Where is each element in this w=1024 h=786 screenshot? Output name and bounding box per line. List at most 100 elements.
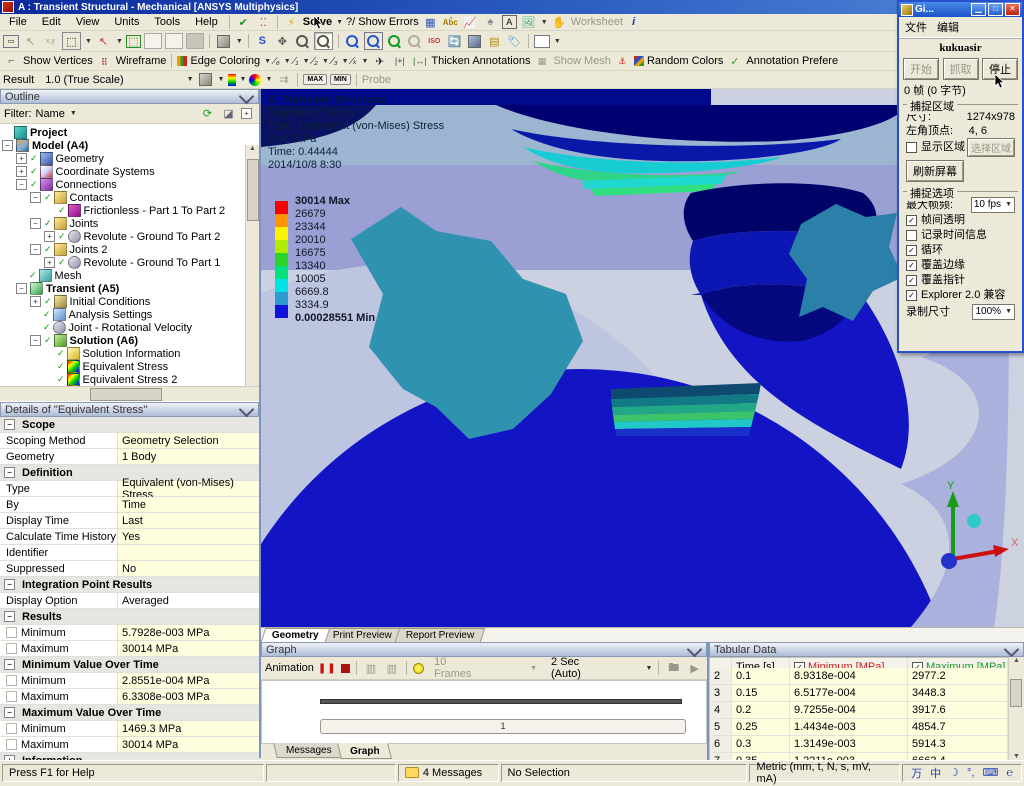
table-row[interactable]: 20.18.9318e-0042977.2	[710, 668, 1008, 685]
expander-icon[interactable]	[30, 192, 41, 203]
details-category[interactable]: Scope	[0, 417, 259, 433]
expander-icon[interactable]	[4, 579, 15, 590]
option-record-time[interactable]: 记录时间信息	[906, 228, 1015, 243]
expander-icon[interactable]	[4, 611, 15, 622]
edge-dropdown-2[interactable]: ▼	[303, 58, 310, 65]
tree-item-joint-rotational-velocity[interactable]: ✓Joint - Rotational Velocity	[0, 321, 259, 334]
info-tool[interactable]: i	[632, 16, 635, 28]
chart-icon[interactable]: 📈	[462, 14, 479, 30]
ruler-icon[interactable]: ▤	[486, 33, 503, 49]
generate-icon[interactable]: ✔	[235, 14, 252, 30]
capture-title-bar[interactable]: Gi... ▁ □ ✕	[899, 2, 1022, 17]
tree-item-initial-conditions[interactable]: ✓Initial Conditions	[0, 295, 259, 308]
details-row[interactable]: ByTime	[0, 497, 259, 513]
callout-icon[interactable]: ▭	[3, 35, 19, 48]
expander-icon[interactable]	[30, 335, 41, 346]
refresh-icon[interactable]: ⟳	[199, 106, 216, 122]
select-region-button[interactable]: 选择区域	[967, 138, 1015, 157]
result-scale-value[interactable]: 1.0 (True Scale)	[45, 74, 123, 86]
table-row[interactable]: 50.251.4434e-0034854.7	[710, 719, 1008, 736]
details-row[interactable]: Identifier	[0, 545, 259, 561]
window-layout-icon[interactable]	[534, 35, 550, 48]
contour-style-icon[interactable]	[249, 74, 261, 86]
select-faces-icon[interactable]	[144, 33, 162, 49]
frames-select[interactable]: 10 Frames	[434, 656, 486, 680]
stop-button[interactable]: 停止	[982, 58, 1018, 80]
expander-icon[interactable]	[16, 153, 27, 164]
capture-menu-file[interactable]: 文件	[905, 19, 927, 35]
zoom-prev-icon[interactable]	[406, 33, 423, 49]
details-category[interactable]: Integration Point Results	[0, 577, 259, 593]
tree-item-mesh[interactable]: ✓Mesh	[0, 269, 259, 282]
solve-dropdown[interactable]: ▼	[336, 19, 343, 26]
min-flag-button[interactable]: MIN	[330, 74, 351, 85]
tree-item-connections[interactable]: ✓Connections	[0, 178, 259, 191]
mesh-axis-icon[interactable]: ⚓	[614, 53, 631, 69]
contour-dropdown[interactable]: ▼	[240, 76, 247, 83]
annotation-abc-icon[interactable]: Ab̂c	[442, 14, 459, 30]
select-mode-dropdown[interactable]: ▼	[85, 38, 92, 45]
wireframe-button[interactable]: Wireframe	[116, 55, 167, 67]
zoom-out-icon[interactable]	[294, 33, 311, 49]
table-row[interactable]: 60.31.3149e-0035914.3	[710, 736, 1008, 753]
details-row[interactable]: Maximum30014 MPa	[0, 737, 259, 753]
ime-punct-icon[interactable]: °,	[965, 767, 976, 779]
filter-value[interactable]: Name	[36, 108, 65, 120]
pin-icon[interactable]	[239, 89, 255, 105]
image-capture-icon[interactable]: 🖼	[520, 14, 537, 30]
new-section-icon[interactable]: ▦	[422, 14, 439, 30]
details-category[interactable]: Results	[0, 609, 259, 625]
show-mesh-button[interactable]: Show Mesh	[553, 55, 610, 67]
coordinates-icon[interactable]: x,y	[42, 33, 59, 49]
table-row[interactable]: 30.156.5177e-0043448.3	[710, 685, 1008, 702]
menu-help[interactable]: Help	[189, 15, 224, 29]
tab-print-preview[interactable]: Print Preview	[321, 628, 402, 642]
tree-item-revolute-part1[interactable]: ✓Revolute - Ground To Part 1	[0, 256, 259, 269]
tabular-vertical-scrollbar[interactable]: ▲▼	[1008, 657, 1024, 760]
timeline-slider[interactable]: 1	[320, 719, 686, 734]
expander-icon[interactable]	[4, 419, 15, 430]
select-bodies-icon[interactable]	[186, 33, 204, 49]
minimize-button[interactable]: ▁	[971, 3, 986, 16]
expander-icon[interactable]	[4, 467, 15, 478]
viewports-icon[interactable]	[466, 33, 483, 49]
ime-mode-icon[interactable]: 万	[909, 765, 924, 781]
expander-icon[interactable]	[16, 166, 27, 177]
expander-icon[interactable]	[4, 707, 15, 718]
zoom-box-icon[interactable]	[344, 33, 361, 49]
probe-button[interactable]: Probe	[362, 74, 391, 86]
edge-dropdown-3[interactable]: ▼	[322, 58, 329, 65]
edge-direction-icon-5[interactable]: ⁄ₖ	[352, 56, 358, 67]
frames-dropdown[interactable]: ▼	[530, 665, 537, 672]
duration-select[interactable]: 2 Sec (Auto)	[551, 656, 611, 680]
view-orientation-dropdown[interactable]: ▼	[236, 38, 243, 45]
menu-file[interactable]: File	[3, 15, 33, 29]
cursor-select-dropdown[interactable]: ▼	[116, 38, 123, 45]
edge-direction-icon-3[interactable]: ⁄₂	[313, 56, 318, 67]
option-cover-edges[interactable]: ✓覆盖边缘	[906, 258, 1015, 273]
status-units[interactable]: Metric (mm, t, N, s, mV, mA)	[749, 764, 900, 782]
expander-icon[interactable]	[2, 140, 13, 151]
window-layout-dropdown[interactable]: ▼	[554, 38, 561, 45]
details-row[interactable]: Scoping MethodGeometry Selection	[0, 433, 259, 449]
edge-dropdown-4[interactable]: ▼	[342, 58, 349, 65]
show-errors-button[interactable]: ?/ Show Errors	[346, 16, 419, 28]
thicken-annotations-button[interactable]: Thicken Annotations	[431, 55, 530, 67]
stop-button[interactable]	[341, 664, 350, 673]
pin-icon[interactable]	[239, 402, 255, 418]
expander-icon[interactable]	[30, 296, 41, 307]
max-flag-button[interactable]: MAX	[303, 74, 327, 85]
ime-moon-icon[interactable]: ☽	[947, 766, 961, 779]
pin-icon[interactable]	[1004, 642, 1020, 658]
select-edges-icon[interactable]	[165, 33, 183, 49]
solve-button[interactable]: Solve	[303, 16, 332, 28]
edge-coloring-button[interactable]: Edge Coloring	[190, 55, 260, 67]
tab-geometry[interactable]: Geometry	[261, 628, 330, 642]
edge-dropdown-1[interactable]: ▼	[284, 58, 291, 65]
menu-units[interactable]: Units	[108, 15, 145, 29]
pause-button[interactable]: ❚❚	[318, 663, 337, 674]
tree-item-joints[interactable]: ✓Joints	[0, 217, 259, 230]
tree-item-transient[interactable]: Transient (A5)	[0, 282, 259, 295]
zoom-fit-icon[interactable]	[386, 33, 403, 49]
details-row[interactable]: Maximum30014 MPa	[0, 641, 259, 657]
